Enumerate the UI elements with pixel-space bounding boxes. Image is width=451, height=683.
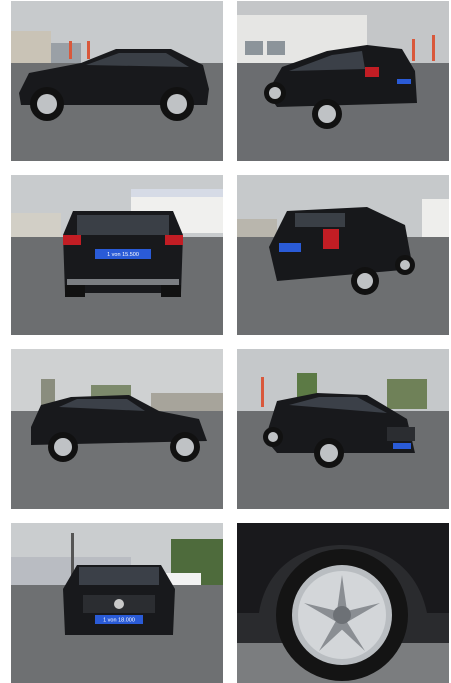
plate-label: 1 von 18.000 [103, 618, 135, 624]
car-side-left-image [11, 1, 223, 161]
car-front-threequarter-image [237, 349, 449, 509]
photo-gallery: 1 von 15.500 1 von 18.000 [0, 0, 451, 683]
wheel-detail-image [237, 523, 449, 683]
gallery-photo-3[interactable]: 1 von 15.500 [11, 175, 223, 335]
gallery-photo-7[interactable]: 1 von 18.000 [11, 523, 223, 683]
car-rear-right-image [237, 175, 449, 335]
gallery-photo-8[interactable] [237, 523, 449, 683]
car-rear-image: 1 von 15.500 [11, 175, 223, 335]
gallery-photo-1[interactable] [11, 1, 223, 161]
gallery-photo-5[interactable] [11, 349, 223, 509]
gallery-photo-2[interactable] [237, 1, 449, 161]
car-profile-image [11, 349, 223, 509]
car-rear-threequarter-image [237, 1, 449, 161]
plate-label: 1 von 15.500 [107, 252, 139, 258]
gallery-photo-4[interactable] [237, 175, 449, 335]
gallery-photo-6[interactable] [237, 349, 449, 509]
car-front-image: 1 von 18.000 [11, 523, 223, 683]
